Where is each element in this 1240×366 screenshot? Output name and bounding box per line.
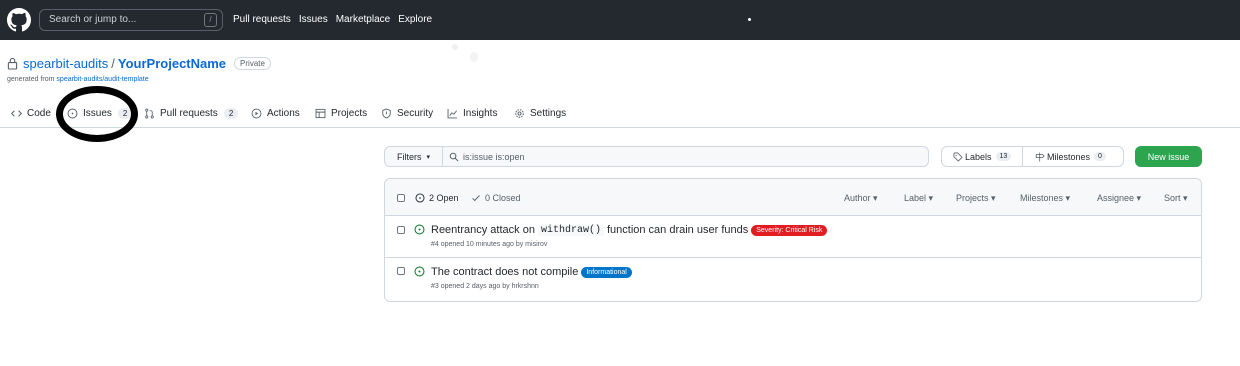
tab-code[interactable]: Code (11, 104, 51, 122)
issue-title-link[interactable]: Reentrancy attack on withdraw() function… (431, 224, 828, 236)
nav-pull-requests[interactable]: Pull requests (233, 14, 291, 25)
graph-icon (447, 108, 457, 118)
closed-count-label: 0 Closed (485, 193, 521, 203)
nav-marketplace[interactable]: Marketplace (336, 14, 390, 25)
template-link[interactable]: spearbit-audits/audit-template (56, 76, 148, 83)
assignee-filter[interactable]: Assignee ▾ (1097, 193, 1141, 204)
issue-opened-icon (414, 266, 425, 277)
tab-security[interactable]: Security (381, 104, 433, 122)
repo-tabs: Code Issues 2 Pull requests 2 Actions Pr… (0, 98, 1240, 128)
informational-label[interactable]: Informational (581, 266, 632, 278)
labels-button[interactable]: Labels 13 (953, 147, 1012, 166)
repo-name-link[interactable]: YourProjectName (118, 56, 226, 71)
issue-row: Reentrancy attack on withdraw() function… (385, 216, 1201, 258)
repo-separator: / (111, 55, 115, 71)
tab-label: Insights (463, 107, 498, 119)
milestones-label: Milestones (1047, 151, 1091, 162)
issue-checkbox[interactable] (397, 226, 405, 234)
labels-label: Labels (965, 151, 992, 162)
global-search-input[interactable]: Search or jump to... / (39, 9, 223, 31)
issue-opened-icon (415, 193, 425, 203)
closed-issues-filter[interactable]: 0 Closed (471, 193, 521, 203)
tab-label: Actions (267, 107, 300, 119)
tab-actions[interactable]: Actions (251, 104, 300, 122)
labels-count: 13 (995, 152, 1012, 161)
milestones-button[interactable]: Milestones 0 (1035, 147, 1106, 166)
issue-title-text: function can drain user funds (606, 224, 749, 236)
issue-meta: #3 opened 2 days ago by hrkrshnn (431, 283, 539, 290)
search-shortcut-key: / (204, 13, 217, 27)
label-filter[interactable]: Label ▾ (904, 193, 933, 204)
check-icon (472, 195, 480, 202)
projects-filter[interactable]: Projects ▾ (956, 193, 996, 204)
lock-icon (7, 57, 18, 70)
issue-meta: #4 opened 10 minutes ago by misirov (431, 241, 548, 248)
play-icon (251, 108, 262, 118)
table-icon (315, 108, 326, 118)
visibility-badge: Private (234, 56, 271, 70)
tab-settings[interactable]: Settings (514, 104, 566, 122)
tab-label: Security (397, 107, 434, 119)
issue-checkbox[interactable] (397, 267, 405, 275)
tab-projects[interactable]: Projects (315, 104, 367, 122)
issue-title-text: Reentrancy attack on (431, 224, 535, 236)
repo-title: spearbit-audits / YourProjectName Privat… (7, 54, 271, 72)
author-filter[interactable]: Author ▾ (844, 193, 878, 204)
sort-dropdown[interactable]: Sort ▾ (1164, 193, 1188, 204)
issue-opened-icon (414, 224, 425, 235)
milestones-count: 0 (1094, 152, 1106, 161)
tab-insights[interactable]: Insights (447, 104, 497, 122)
generated-from: generated from spearbit-audits/audit-tem… (7, 76, 149, 83)
issues-list: 2 Open 0 Closed Author ▾ Label ▾ Project… (384, 178, 1202, 302)
code-icon (11, 109, 22, 117)
gear-icon (515, 108, 524, 118)
tab-count: 2 (117, 107, 133, 119)
issue-row: The contract does not compile Informatio… (385, 259, 1201, 301)
issue-search (443, 147, 928, 166)
global-header: Search or jump to... / Pull requests Iss… (0, 0, 1240, 40)
tab-issues[interactable]: Issues 2 (67, 104, 133, 122)
labels-milestones-group: Labels 13 Milestones 0 (941, 146, 1124, 167)
milestone-icon (1035, 152, 1045, 161)
milestones-filter[interactable]: Milestones ▾ (1020, 193, 1070, 204)
stray-dot (452, 44, 458, 50)
filters-dropdown-button[interactable]: Filters ▾ (385, 147, 443, 166)
git-pull-request-icon (145, 108, 154, 118)
open-count-label: 2 Open (429, 193, 459, 203)
tab-label: Settings (530, 107, 567, 119)
tab-label: Projects (331, 107, 368, 119)
generated-prefix: generated from (7, 76, 57, 83)
repo-owner-link[interactable]: spearbit-audits (23, 56, 108, 71)
open-issues-filter[interactable]: 2 Open (415, 193, 459, 203)
issue-title-link[interactable]: The contract does not compile Informatio… (431, 266, 632, 278)
button-divider (1022, 147, 1023, 166)
issue-opened-icon (67, 108, 78, 118)
nav-explore[interactable]: Explore (398, 14, 432, 25)
nav-issues[interactable]: Issues (299, 14, 328, 25)
new-issue-button[interactable]: New issue (1135, 146, 1202, 167)
tag-icon (953, 152, 963, 162)
tab-label: Code (27, 107, 51, 119)
issue-title-code: withdraw() (537, 224, 604, 236)
global-nav: Pull requests Issues Marketplace Explore (233, 14, 440, 25)
severity-label[interactable]: Severity: Critical Risk (751, 224, 828, 236)
tab-label: Pull requests (160, 107, 218, 119)
stray-dot (470, 52, 478, 62)
shield-icon (382, 108, 391, 118)
filters-bar: Filters ▾ (384, 146, 929, 167)
search-placeholder: Search or jump to... (49, 14, 137, 25)
stray-dot (748, 18, 751, 21)
tab-label: Issues (83, 107, 112, 119)
search-icon (449, 152, 459, 162)
tab-count: 2 (223, 107, 239, 119)
filters-label: Filters (396, 151, 422, 162)
issues-list-header: 2 Open 0 Closed Author ▾ Label ▾ Project… (385, 179, 1201, 216)
select-all-checkbox[interactable] (397, 194, 405, 202)
issue-search-input[interactable] (463, 149, 903, 164)
caret-down-icon: ▾ (426, 153, 430, 161)
github-logo-icon[interactable] (7, 8, 31, 32)
issue-title-text: The contract does not compile (431, 266, 579, 278)
tab-pull-requests[interactable]: Pull requests 2 (144, 104, 239, 122)
